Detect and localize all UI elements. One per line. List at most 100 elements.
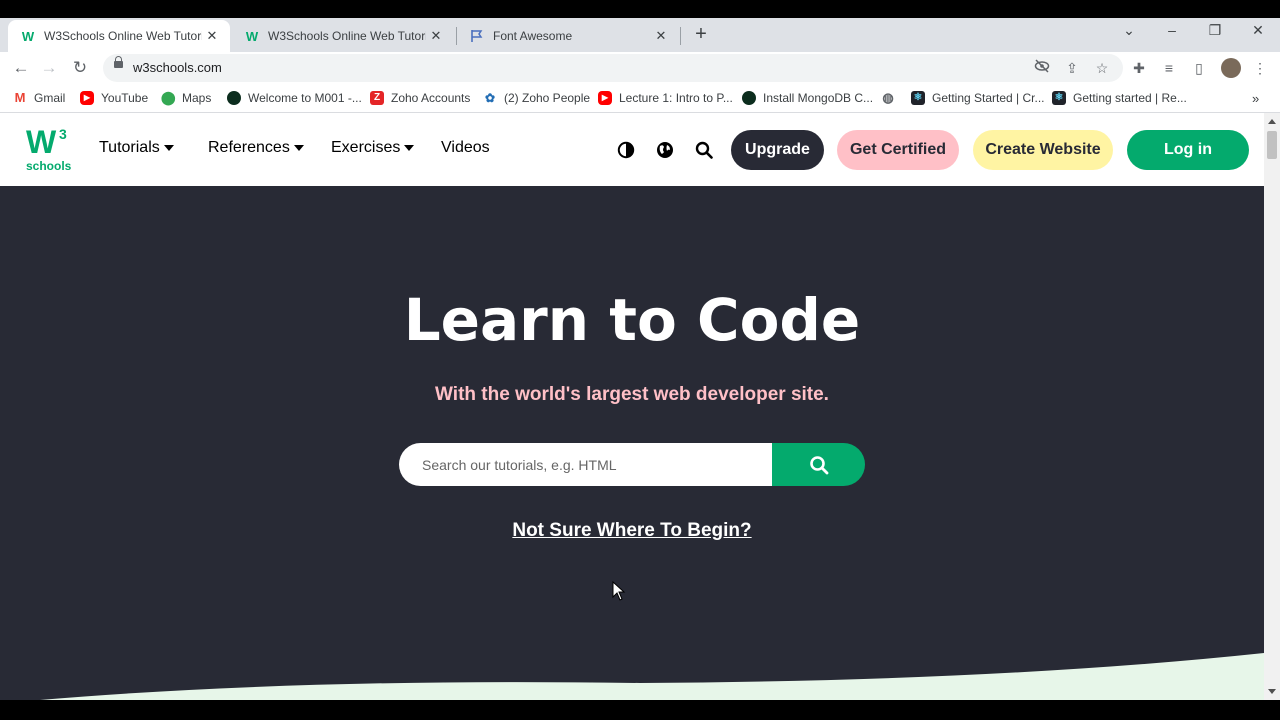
w3schools-page: W 3 schools Tutorials References Exercis… bbox=[0, 113, 1264, 700]
bookmark-label: Gmail bbox=[34, 91, 66, 105]
scroll-up-arrow-icon[interactable] bbox=[1268, 119, 1276, 124]
forward-arrow-icon[interactable]: → bbox=[38, 57, 60, 79]
search-button[interactable] bbox=[772, 443, 865, 486]
globe-icon: ◍ bbox=[881, 90, 895, 105]
login-button[interactable]: Log in bbox=[1127, 130, 1249, 170]
back-arrow-icon[interactable]: ← bbox=[10, 57, 32, 79]
bookmark-star-icon[interactable]: ☆ bbox=[1093, 59, 1111, 77]
bookmark-getting-started-cr[interactable]: ⚛ Getting Started | Cr... bbox=[911, 89, 1045, 107]
tab-title: Font Awesome bbox=[493, 29, 573, 43]
w3schools-logo[interactable]: W 3 schools bbox=[26, 124, 76, 173]
gmail-icon: M bbox=[13, 90, 27, 105]
media-queue-icon[interactable]: ≡ bbox=[1159, 58, 1179, 78]
get-certified-button[interactable]: Get Certified bbox=[837, 130, 959, 170]
more-menu-icon[interactable]: ⋮ bbox=[1250, 58, 1270, 78]
hero-title: Learn to Code bbox=[403, 286, 861, 354]
caret-down-icon bbox=[293, 145, 304, 151]
close-icon[interactable]: ✕ bbox=[202, 28, 222, 44]
upgrade-button[interactable]: Upgrade bbox=[731, 130, 824, 170]
reload-icon[interactable]: ↻ bbox=[69, 57, 91, 79]
tab-w3schools-2[interactable]: W W3Schools Online Web Tutorials ✕ bbox=[232, 20, 454, 52]
restore-icon[interactable]: ❐ bbox=[1195, 22, 1235, 46]
more-bookmarks-chevron-icon[interactable]: » bbox=[1252, 89, 1259, 107]
nav-exercises-label: Exercises bbox=[331, 139, 401, 156]
extensions-puzzle-icon[interactable]: ✚ bbox=[1129, 58, 1149, 78]
bookmarks-bar: M Gmail ▶ YouTube ⬤ Maps Welcome to M001… bbox=[0, 84, 1280, 113]
bookmark-zoho-accounts[interactable]: Z Zoho Accounts bbox=[370, 89, 470, 107]
bookmark-lecture[interactable]: ▶ Lecture 1: Intro to P... bbox=[598, 89, 733, 107]
nav-references[interactable]: References bbox=[208, 139, 304, 157]
nav-tutorials-label: Tutorials bbox=[99, 139, 160, 156]
search-input[interactable] bbox=[399, 443, 772, 486]
react-icon: ⚛ bbox=[911, 91, 925, 105]
bookmark-install-mongodb[interactable]: Install MongoDB C... bbox=[742, 89, 873, 107]
bookmark-label: Getting Started | Cr... bbox=[932, 91, 1045, 105]
close-icon[interactable]: ✕ bbox=[651, 28, 671, 44]
not-sure-label: Not Sure Where To Begin? bbox=[512, 520, 752, 541]
window-close-icon[interactable]: ✕ bbox=[1238, 22, 1278, 46]
hero-wave-divider bbox=[40, 653, 1264, 700]
bookmark-label: Install MongoDB C... bbox=[763, 91, 874, 105]
bookmark-gmail[interactable]: M Gmail bbox=[13, 89, 65, 107]
tracking-off-eye-icon[interactable] bbox=[1033, 59, 1051, 77]
search-icon bbox=[809, 455, 828, 474]
nav-tutorials[interactable]: Tutorials bbox=[99, 139, 174, 157]
create-website-button[interactable]: Create Website bbox=[973, 130, 1113, 170]
tab-w3schools-1[interactable]: W W3Schools Online Web Tutorials ✕ bbox=[8, 20, 230, 52]
bookmark-label: Welcome to M001 -... bbox=[248, 91, 362, 105]
scroll-down-arrow-icon[interactable] bbox=[1268, 689, 1276, 694]
search-icon[interactable] bbox=[695, 141, 713, 159]
browser-tab-bar: W W3Schools Online Web Tutorials ✕ W W3S… bbox=[0, 0, 1280, 52]
caret-down-icon bbox=[163, 145, 174, 151]
minimize-icon[interactable]: – bbox=[1152, 22, 1192, 46]
nav-videos[interactable]: Videos bbox=[441, 139, 490, 157]
youtube-icon: ▶ bbox=[598, 91, 612, 105]
mouse-cursor-icon bbox=[612, 581, 626, 601]
youtube-icon: ▶ bbox=[80, 91, 94, 105]
hero-subtitle: With the world's largest web developer s… bbox=[435, 384, 829, 405]
new-tab-plus-icon[interactable]: + bbox=[690, 24, 712, 46]
bookmark-maps[interactable]: ⬤ Maps bbox=[161, 89, 211, 107]
w3schools-favicon-icon: W bbox=[21, 28, 35, 44]
share-icon[interactable]: ⇪ bbox=[1063, 59, 1081, 77]
logo-text: schools bbox=[26, 159, 72, 173]
bookmark-label: Getting started | Re... bbox=[1073, 91, 1187, 105]
bookmark-youtube[interactable]: ▶ YouTube bbox=[80, 89, 148, 107]
zoho-icon: Z bbox=[370, 91, 384, 105]
site-top-nav: W 3 schools Tutorials References Exercis… bbox=[0, 113, 1264, 186]
page-scrollbar[interactable] bbox=[1264, 113, 1280, 700]
logo-mark: W bbox=[26, 124, 57, 160]
bookmark-label: (2) Zoho People bbox=[504, 91, 591, 105]
tab-font-awesome[interactable]: Font Awesome ✕ bbox=[457, 20, 679, 52]
not-sure-where-to-begin-link[interactable]: Not Sure Where To Begin? bbox=[0, 520, 1264, 542]
bookmark-zoho-people[interactable]: ✿ (2) Zoho People bbox=[483, 89, 590, 107]
profile-avatar[interactable] bbox=[1221, 58, 1241, 78]
tab-title: W3Schools Online Web Tutorials bbox=[268, 29, 426, 43]
scroll-thumb[interactable] bbox=[1267, 131, 1277, 159]
logo-superscript: 3 bbox=[59, 126, 67, 142]
bookmark-getting-started-re[interactable]: ⚛ Getting started | Re... bbox=[1052, 89, 1187, 107]
mongodb-leaf-icon bbox=[742, 91, 756, 105]
bookmark-mongodb-m001[interactable]: Welcome to M001 -... bbox=[227, 89, 362, 107]
screen-bottom-bar bbox=[0, 700, 1280, 720]
globe-icon[interactable] bbox=[656, 141, 674, 159]
nav-videos-label: Videos bbox=[441, 139, 490, 156]
tab-title: W3Schools Online Web Tutorials bbox=[44, 29, 202, 43]
side-panel-icon[interactable]: ▯ bbox=[1189, 58, 1209, 78]
bookmark-globe[interactable]: ◍ bbox=[881, 89, 902, 107]
nav-exercises[interactable]: Exercises bbox=[331, 139, 415, 157]
maps-pin-icon: ⬤ bbox=[161, 90, 176, 105]
hero-search bbox=[399, 443, 865, 486]
bookmark-label: YouTube bbox=[101, 91, 149, 105]
contrast-toggle-icon[interactable] bbox=[617, 141, 635, 159]
address-bar[interactable]: w3schools.com ⇪ ☆ bbox=[103, 54, 1123, 82]
url-text: w3schools.com bbox=[133, 60, 222, 75]
flag-icon bbox=[469, 28, 485, 44]
tab-divider bbox=[680, 27, 681, 45]
close-icon[interactable]: ✕ bbox=[426, 28, 446, 44]
tab-search-chevron-icon[interactable]: ⌄ bbox=[1109, 22, 1149, 46]
bookmark-label: Lecture 1: Intro to P... bbox=[619, 91, 733, 105]
bookmark-label: Maps bbox=[182, 91, 212, 105]
mongodb-leaf-icon bbox=[227, 91, 241, 105]
zoho-people-icon: ✿ bbox=[483, 91, 497, 105]
